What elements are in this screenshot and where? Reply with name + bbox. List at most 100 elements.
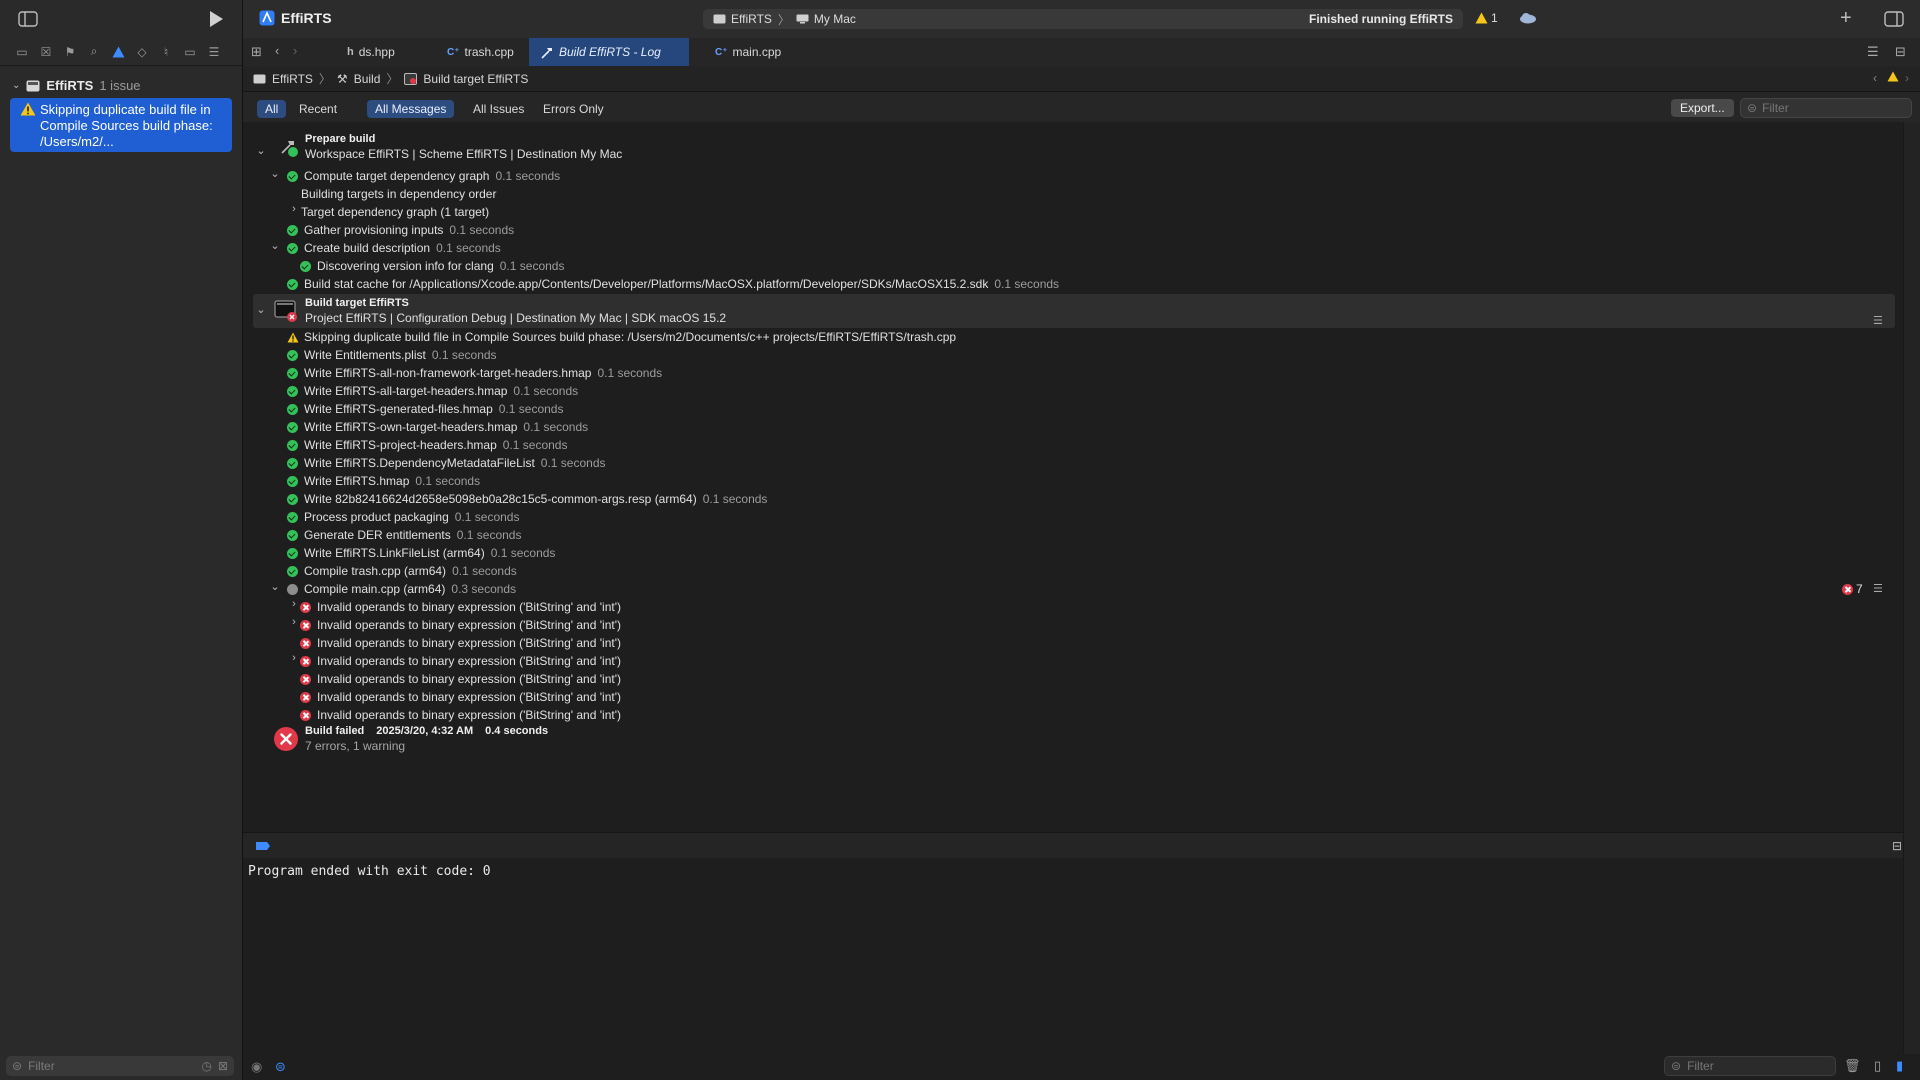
add-button[interactable]: + [1840, 7, 1852, 30]
breadcrumb-project[interactable]: EffiRTS [272, 72, 313, 86]
source-control-icon[interactable]: ☒ [38, 44, 54, 60]
disclosure-open-icon[interactable]: ⌄ [269, 580, 281, 593]
log-row[interactable]: Write EffiRTS-generated-files.hmap 0.1 se… [287, 400, 563, 418]
success-icon [287, 349, 298, 361]
destination-selector[interactable]: My Mac [814, 12, 856, 26]
filter-menu-icon[interactable]: ⊜ [12, 1059, 22, 1073]
grid-icon[interactable]: ⊞ [251, 44, 262, 60]
details-icon[interactable]: ☰ [1873, 582, 1883, 595]
left-pane-icon[interactable]: ▯ [1874, 1058, 1881, 1074]
editor-options-icon[interactable]: ☰ [1867, 44, 1879, 60]
disclosure-closed-icon[interactable]: › [288, 652, 300, 664]
error-row[interactable]: Invalid operands to binary expression ('… [300, 706, 621, 724]
log-row[interactable]: Write EffiRTS.hmap 0.1 seconds [287, 472, 480, 490]
back-arrow-icon[interactable]: ‹ [275, 43, 279, 58]
folder-icon[interactable]: ▭ [14, 44, 30, 60]
console-output-area[interactable]: Program ended with exit code: 0 [243, 858, 1903, 1054]
error-row[interactable]: Invalid operands to binary expression ('… [300, 634, 621, 652]
scope-recent-button[interactable]: Recent [291, 100, 345, 118]
error-row[interactable]: Invalid operands to binary expression ('… [300, 670, 621, 688]
activity-view[interactable]: EffiRTS 〉 My Mac Finished running EffiRT… [703, 9, 1463, 29]
error-row[interactable]: Invalid operands to binary expression ('… [300, 598, 621, 616]
all-messages-button[interactable]: All Messages [367, 100, 455, 118]
split-editor-icon[interactable]: ⊟ [1895, 44, 1906, 60]
disclosure-open-icon[interactable]: ⌄ [255, 144, 267, 157]
disclosure-closed-icon[interactable]: › [288, 616, 300, 628]
log-row[interactable]: Generate DER entitlements 0.1 seconds [287, 526, 521, 544]
log-row[interactable]: Create build description 0.1 seconds [287, 239, 501, 257]
log-row[interactable]: Write EffiRTS-all-non-framework-target-h… [287, 364, 662, 382]
disclosure-open-icon[interactable]: ⌄ [269, 239, 281, 252]
forward-arrow-icon[interactable]: › [293, 43, 297, 58]
hammer-icon: ⚒ [336, 71, 348, 86]
log-row[interactable]: Write EffiRTS-own-target-headers.hmap 0.1… [287, 418, 588, 436]
scope-all-button[interactable]: All [257, 100, 287, 118]
toggle-sidebar-icon[interactable] [18, 11, 38, 27]
error-row[interactable]: Invalid operands to binary expression ('… [300, 652, 621, 670]
log-filter-field[interactable]: ⊜ Filter [1740, 98, 1912, 118]
tab-build-log[interactable]: Build EffiRTS - Log [529, 38, 689, 66]
log-row[interactable]: Write EffiRTS-project-headers.hmap 0.1 se… [287, 436, 567, 454]
log-row[interactable]: Write EffiRTS.LinkFileList (arm64) 0.1 se… [287, 544, 555, 562]
log-row[interactable]: Building targets in dependency order [301, 185, 496, 203]
inspector-toggle-icon[interactable] [1884, 11, 1904, 27]
recent-filter-icon[interactable]: ◷ [201, 1059, 211, 1073]
log-row[interactable]: Target dependency graph (1 target) [301, 203, 489, 221]
breakpoints-toggle-icon[interactable] [255, 841, 271, 851]
disclosure-open-icon[interactable]: ⌄ [269, 167, 281, 180]
issue-warning-icon[interactable] [1887, 71, 1899, 82]
error-count-badge[interactable]: 7 [1842, 580, 1863, 598]
next-issue-icon[interactable]: › [1905, 71, 1909, 85]
right-pane-icon[interactable]: ▮ [1896, 1058, 1903, 1074]
log-row[interactable]: Write EffiRTS.DependencyMetadataFileList… [287, 454, 606, 472]
disclosure-open-icon[interactable]: ⌄ [12, 80, 20, 91]
test-icon[interactable]: ◇ [134, 44, 150, 60]
vertical-scrollbar[interactable] [1903, 122, 1920, 1054]
log-row[interactable]: Write Entitlements.plist 0.1 seconds [287, 346, 497, 364]
console-filter-field[interactable]: ⊜ Filter [1664, 1056, 1836, 1076]
tab-label: Build EffiRTS - Log [559, 45, 661, 59]
issue-navigator-icon[interactable] [110, 44, 126, 60]
log-row[interactable]: Discovering version info for clang 0.1 s… [300, 257, 564, 275]
breadcrumb-target[interactable]: Build target EffiRTS [423, 72, 528, 86]
disclosure-closed-icon[interactable]: › [288, 598, 300, 610]
log-row[interactable]: Build stat cache for /Applications/Xcode… [287, 275, 1059, 293]
sidebar-filter-field[interactable]: ⊜ Filter ◷ ⊠ [6, 1056, 234, 1076]
bookmark-icon[interactable]: ⚑ [62, 44, 78, 60]
errors-only-button[interactable]: Errors Only [535, 100, 612, 118]
scheme-selector[interactable]: EffiRTS [731, 12, 772, 26]
previous-issue-icon[interactable]: ‹ [1873, 71, 1877, 85]
error-row[interactable]: Invalid operands to binary expression ('… [300, 616, 621, 634]
compile-main-row[interactable]: Compile main.cpp (arm64) 0.3 seconds [287, 580, 516, 598]
search-icon[interactable]: ⌕ [86, 44, 102, 60]
run-button[interactable] [208, 10, 224, 28]
log-row[interactable]: Compute target dependency graph 0.1 seco… [287, 167, 560, 185]
log-row[interactable]: Process product packaging 0.1 seconds [287, 508, 519, 526]
export-button[interactable]: Export... [1671, 99, 1734, 117]
log-row[interactable]: Compile trash.cpp (arm64) 0.1 seconds [287, 562, 517, 580]
eye-icon[interactable]: ◉ [251, 1059, 262, 1075]
warning-indicator[interactable]: 1 [1475, 11, 1537, 25]
log-warning-row[interactable]: Skipping duplicate build file in Compile… [287, 328, 956, 346]
disclosure-open-icon[interactable]: ⌄ [255, 303, 267, 316]
issue-filter-icon[interactable]: ⊠ [218, 1059, 228, 1073]
debug-icon[interactable]: ♮ [158, 44, 174, 60]
variables-icon[interactable]: ⊜ [275, 1059, 286, 1075]
hide-console-icon[interactable]: ⊟ [1892, 839, 1902, 853]
log-row[interactable]: Write 82b82416624d2658e5098eb0a28c15c5-c… [287, 490, 767, 508]
breakpoint-icon[interactable]: ▭ [182, 44, 198, 60]
all-issues-button[interactable]: All Issues [465, 100, 532, 118]
selected-issue-item[interactable]: Skipping duplicate build file in Compile… [10, 98, 232, 152]
tab-main-cpp[interactable]: C⁺ main.cpp [703, 38, 823, 66]
issue-tree-project[interactable]: ⌄ EffiRTS 1 issue [12, 78, 141, 93]
trash-icon[interactable]: 🗑 [1844, 1058, 1861, 1074]
details-icon[interactable]: ☰ [1873, 314, 1883, 327]
cloud-icon[interactable] [1519, 12, 1537, 24]
disclosure-closed-icon[interactable]: › [288, 203, 300, 215]
breadcrumb-build[interactable]: Build [354, 72, 381, 86]
log-duration: 0.1 seconds [415, 474, 481, 488]
log-row[interactable]: Write EffiRTS-all-target-headers.hmap 0.1… [287, 382, 578, 400]
error-row[interactable]: Invalid operands to binary expression ('… [300, 688, 621, 706]
report-icon[interactable]: ☰ [206, 44, 222, 60]
log-row[interactable]: Gather provisioning inputs 0.1 seconds [287, 221, 514, 239]
